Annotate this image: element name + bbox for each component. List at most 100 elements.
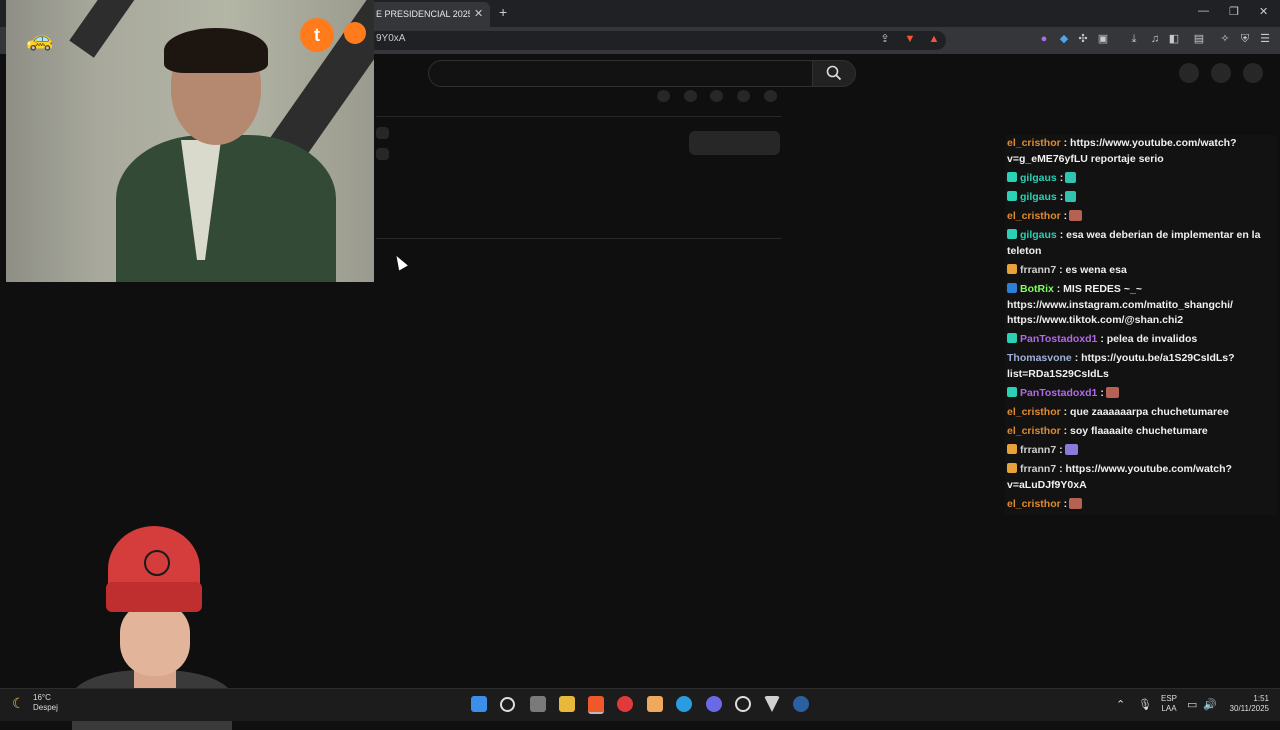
presenter-hair	[164, 28, 268, 73]
chat-message: el_cristhor :	[1007, 209, 1275, 225]
chat-text: :	[1059, 444, 1063, 456]
tab-close-icon[interactable]: ✕	[474, 2, 483, 27]
avatar-beanie-band	[106, 582, 202, 612]
media-player-icon[interactable]	[617, 696, 633, 712]
chat-badge-icon	[1007, 264, 1017, 274]
chat-username[interactable]: gilgaus	[1020, 172, 1057, 184]
language-indicator[interactable]: ESP LAA	[1160, 694, 1178, 714]
clock-date: 30/11/2025	[1229, 704, 1269, 713]
chat-username[interactable]: el_cristhor	[1007, 498, 1061, 510]
search-taskbar-icon[interactable]	[500, 697, 515, 712]
chat-message: Thomasvone : https://youtu.be/a1S29CsIdL…	[1007, 351, 1275, 382]
clock[interactable]: 1:51 30/11/2025	[1225, 694, 1269, 714]
tab-capture-icon[interactable]: ▣	[1097, 33, 1109, 45]
discord-icon[interactable]	[706, 696, 722, 712]
chat-username[interactable]: el_cristhor	[1007, 425, 1061, 437]
extension-icon[interactable]: ●	[1038, 33, 1050, 45]
chat-username[interactable]: gilgaus	[1020, 191, 1057, 203]
chat-username[interactable]: PanTostadoxd1	[1020, 387, 1097, 399]
address-bar-text[interactable]: 9Y0xA	[376, 33, 405, 44]
keyboard-layout: LAA	[1161, 704, 1177, 713]
chat-text: :	[1063, 498, 1068, 510]
file-explorer-icon[interactable]	[559, 696, 575, 712]
tab-active[interactable]: E PRESIDENCIAL 2025... p ✕	[368, 2, 490, 27]
leo-ai-icon[interactable]: ✧	[1219, 33, 1231, 45]
notifications-placeholder[interactable]	[1211, 63, 1231, 83]
wallet-icon[interactable]: ▤	[1193, 33, 1205, 45]
chat-text: : que zaaaaaarpa chuchetumaree	[1063, 406, 1229, 418]
chat-text: :	[1063, 210, 1068, 222]
chat-message: PanTostadoxd1 : pelea de invalidos	[1007, 332, 1275, 348]
microphone-icon[interactable]: 🎙	[1138, 698, 1152, 711]
skeleton-block	[376, 148, 389, 160]
chat-username[interactable]: el_cristhor	[1007, 210, 1061, 222]
chat-badge-icon	[1007, 283, 1017, 293]
brave-rewards-icon[interactable]: ▲	[928, 33, 940, 45]
vpn-icon[interactable]: ⛨	[1239, 33, 1251, 45]
chat-text: :	[1059, 172, 1064, 184]
weather-moon-icon[interactable]: ☾	[12, 695, 25, 712]
chat-emote-icon	[1105, 387, 1119, 398]
create-button-placeholder[interactable]	[1179, 63, 1199, 83]
download-icon[interactable]: ⤓	[1128, 33, 1140, 45]
chat-username[interactable]: gilgaus	[1020, 229, 1057, 241]
chat-message: frrann7 : es wena esa	[1007, 263, 1275, 279]
sidebar-icon[interactable]: ◧	[1168, 33, 1180, 45]
weather-widget[interactable]: 16°C Despej	[33, 693, 58, 713]
chat-username[interactable]: frrann7	[1020, 463, 1056, 475]
steam-icon[interactable]	[793, 696, 809, 712]
chat-message: gilgaus :	[1007, 171, 1275, 187]
chat-username[interactable]: BotRix	[1020, 283, 1054, 295]
chat-message: el_cristhor : soy flaaaaite chuchetumare	[1007, 424, 1275, 440]
divider	[376, 238, 782, 239]
maximize-button[interactable]: ❐	[1229, 5, 1239, 18]
app-icon[interactable]	[647, 696, 663, 712]
volume-icon[interactable]: 🔊	[1203, 698, 1217, 711]
tray-overflow-icon[interactable]: ⌃	[1116, 698, 1125, 711]
chat-emote-icon	[1069, 210, 1083, 221]
close-window-button[interactable]: ✕	[1259, 5, 1268, 18]
task-view-icon[interactable]	[530, 696, 546, 712]
address-bar[interactable]	[368, 31, 946, 50]
chat-message: PanTostadoxd1 :	[1007, 386, 1275, 402]
app-circle-icon[interactable]	[735, 696, 751, 712]
search-button[interactable]	[812, 60, 856, 87]
search-input[interactable]	[428, 60, 814, 87]
subscribe-button-placeholder[interactable]	[689, 131, 780, 155]
brave-browser-icon[interactable]	[588, 696, 604, 714]
clock-time: 1:51	[1253, 694, 1269, 703]
mouse-cursor-icon	[392, 253, 408, 271]
chat-username[interactable]: PanTostadoxd1	[1020, 333, 1097, 345]
skeleton-dot	[737, 90, 750, 102]
network-icon[interactable]: ▭	[1187, 698, 1197, 711]
chat-badge-icon	[1007, 444, 1017, 454]
new-tab-button[interactable]: +	[499, 4, 507, 20]
edge-icon[interactable]	[676, 696, 692, 712]
chat-username[interactable]: frrann7	[1020, 264, 1056, 276]
language-code: ESP	[1160, 694, 1177, 703]
share-icon[interactable]: ⇪	[879, 33, 891, 45]
chat-text: :	[1100, 387, 1104, 399]
chat-message: el_cristhor : que zaaaaaarpa chuchetumar…	[1007, 405, 1275, 421]
channel-logo: t	[300, 18, 334, 52]
extension-shield-icon[interactable]: ◆	[1058, 33, 1070, 45]
chat-message: el_cristhor : https://www.youtube.com/wa…	[1007, 136, 1275, 167]
avatar-placeholder[interactable]	[1243, 63, 1263, 83]
chat-username[interactable]: Thomasvone	[1007, 352, 1072, 364]
chat-message: BotRix : MIS REDES ~_~ https://www.insta…	[1007, 282, 1275, 329]
chat-username[interactable]: frrann7	[1020, 444, 1056, 456]
weather-temp: 16°C	[33, 693, 51, 702]
minimize-button[interactable]: —	[1198, 5, 1209, 17]
backdrop-stripe	[69, 0, 163, 58]
menu-icon[interactable]: ☰	[1259, 33, 1271, 45]
start-button-icon[interactable]	[471, 696, 487, 712]
chat-message: el_cristhor :	[1007, 497, 1275, 513]
music-icon[interactable]: ♫	[1149, 33, 1161, 45]
chat-username[interactable]: el_cristhor	[1007, 137, 1061, 149]
extensions-puzzle-icon[interactable]: ✣	[1077, 33, 1089, 45]
skeleton-dot	[764, 90, 777, 102]
skeleton-dot	[684, 90, 697, 102]
chat-username[interactable]: el_cristhor	[1007, 406, 1061, 418]
brave-shields-icon[interactable]: ▼	[904, 33, 916, 45]
chat-message: gilgaus :	[1007, 190, 1275, 206]
